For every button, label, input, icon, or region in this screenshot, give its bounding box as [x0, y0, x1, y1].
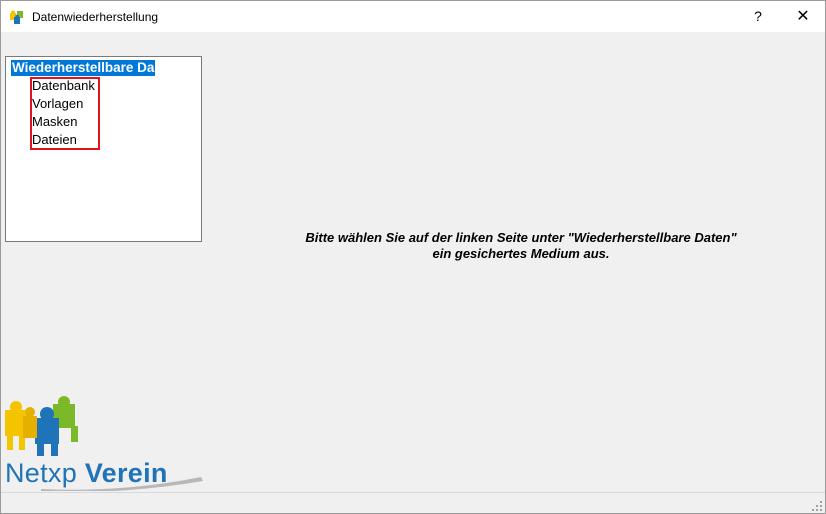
instruction-line-1: Bitte wählen Sie auf der linken Seite un…: [305, 230, 737, 245]
data-recovery-window: Datenwiederherstellung ? ✕ Wiederherstel…: [0, 0, 826, 514]
window-title: Datenwiederherstellung: [32, 10, 159, 24]
puzzle-logo-icon: [5, 396, 78, 456]
puzzle-app-icon: [10, 10, 23, 24]
instruction-message: Bitte wählen Sie auf der linken Seite un…: [261, 230, 781, 262]
logo-text-verein: Verein: [84, 458, 168, 488]
tree-item-datenbank[interactable]: Datenbank: [32, 78, 95, 94]
tree-item-vorlagen[interactable]: Vorlagen: [32, 96, 83, 112]
logo-text-netxp: Netxp: [5, 458, 78, 488]
tree-item-dateien[interactable]: Dateien: [32, 132, 77, 148]
resize-grip-icon[interactable]: [812, 501, 822, 511]
netxp-verein-logo: Netxp Verein: [5, 458, 168, 489]
instruction-line-2: ein gesichertes Medium aus.: [432, 246, 610, 261]
title-bar[interactable]: Datenwiederherstellung ? ✕: [1, 1, 825, 32]
tree-item-masken[interactable]: Masken: [32, 114, 78, 130]
recoverable-data-tree[interactable]: Wiederherstellbare Da Datenbank Vorlagen…: [5, 56, 202, 242]
close-button[interactable]: ✕: [783, 1, 823, 32]
status-bar: [1, 492, 825, 513]
help-button[interactable]: ?: [738, 1, 778, 32]
tree-root-recoverable-data[interactable]: Wiederherstellbare Da: [11, 60, 156, 76]
